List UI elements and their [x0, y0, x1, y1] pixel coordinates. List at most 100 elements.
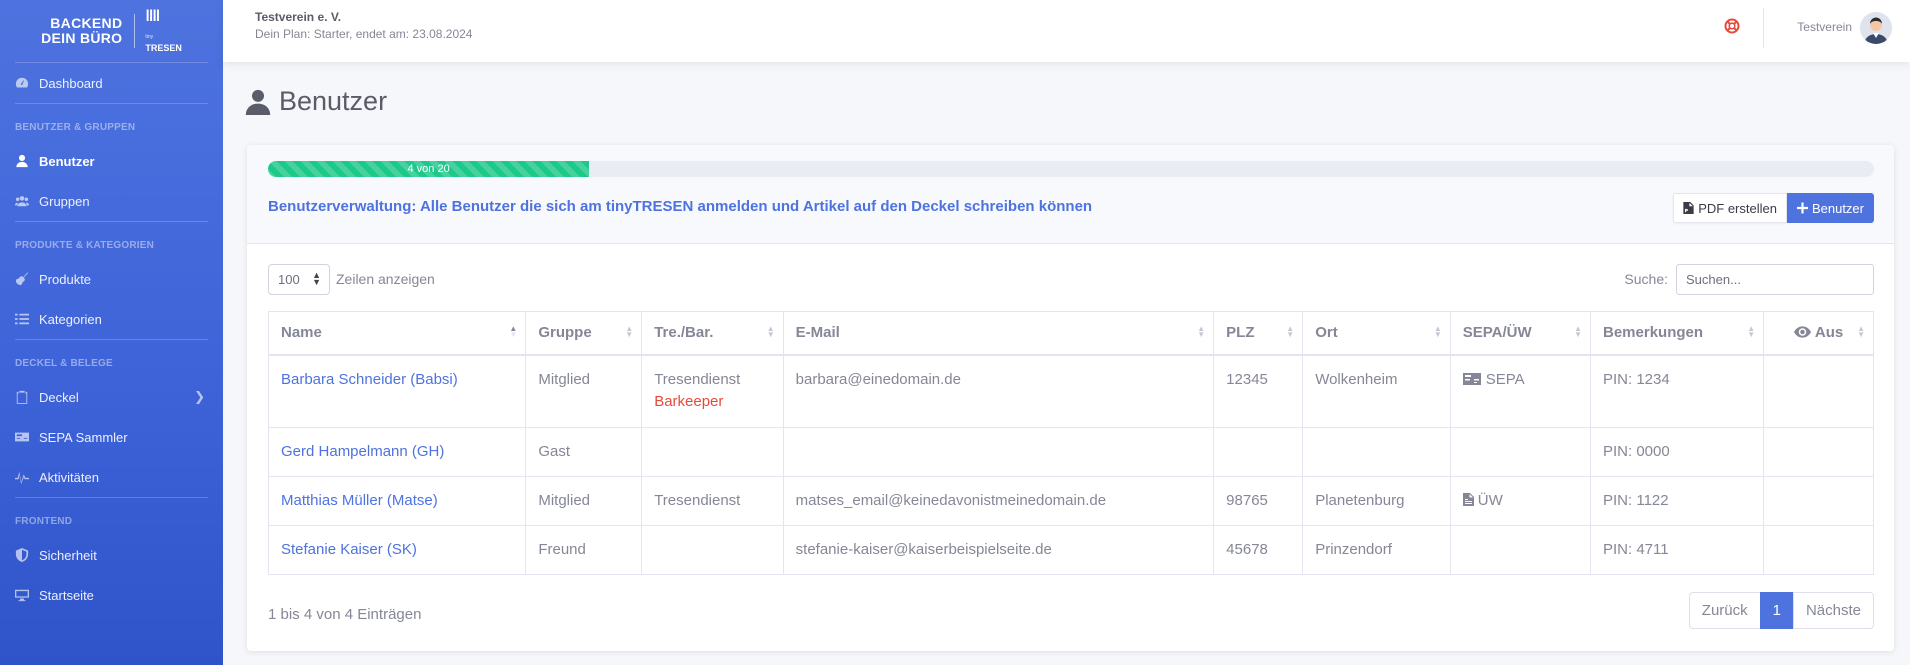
table-row: Gerd Hampelmann (GH) Gast PIN: 0000: [267, 427, 1874, 477]
cell-group: Freund: [525, 525, 643, 575]
sort-icon: ▲ ▼: [1197, 324, 1206, 339]
search-input[interactable]: [1676, 264, 1874, 295]
pdf-export-button[interactable]: PDF erstellen: [1673, 193, 1787, 223]
card-header: 4 von 20 Benutzerverwaltung: Alle Benutz…: [247, 145, 1894, 244]
table-row: Stefanie Kaiser (SK) Freund stefanie-kai…: [267, 525, 1874, 575]
cell-role-extra: Barkeeper: [654, 392, 724, 410]
cell-payment: [1449, 525, 1592, 575]
cell-email: [782, 427, 1215, 477]
sort-icon: ▲ ▼: [1286, 324, 1295, 339]
cell-ort: Prinzendorf: [1302, 525, 1451, 575]
previous-page-button[interactable]: Zurück: [1688, 592, 1761, 629]
column-header-ort[interactable]: Ort ▲ ▼: [1302, 311, 1451, 356]
organization-info: Testverein e. V. Dein Plan: Starter, end…: [255, 10, 473, 41]
money-check-icon: [1462, 371, 1486, 388]
brand-logo[interactable]: BACKEND DEIN BÜRO ǀǀǀǀ tiny TRESEN: [0, 0, 223, 62]
file-invoice-icon: [1462, 492, 1478, 509]
cell-role: Tresendienst: [641, 476, 784, 526]
sidebar-item-produkte[interactable]: Produkte: [0, 259, 223, 299]
cell-aus: [1763, 476, 1874, 526]
cell-group: Mitglied: [525, 354, 643, 428]
table-row: Matthias Müller (Matse) Mitglied Tresend…: [267, 476, 1874, 526]
sort-icon: ▲ ▼: [1574, 324, 1582, 339]
sidebar-item-sepa-sammler[interactable]: SEPA Sammler: [0, 417, 223, 457]
user-link[interactable]: Gerd Hampelmann (GH): [281, 443, 444, 460]
page-title: Benutzer: [245, 86, 387, 117]
column-header-email[interactable]: E-Mail ▲ ▼: [782, 311, 1215, 356]
next-page-button[interactable]: Nächste: [1792, 592, 1874, 629]
column-header-plz[interactable]: PLZ ▲ ▼: [1213, 311, 1304, 356]
column-header-bemerkungen[interactable]: Bemerkungen ▲ ▼: [1589, 311, 1765, 356]
chevron-right-icon: ❯: [194, 389, 205, 404]
column-header-aus[interactable]: Aus ▲ ▼: [1763, 311, 1874, 356]
column-header-tresen-bar[interactable]: Tre./Bar. ▲ ▼: [641, 311, 784, 356]
cell-payment: ÜW: [1477, 492, 1503, 509]
sidebar-item-sicherheit[interactable]: Sicherheit: [0, 535, 223, 575]
page-length-select[interactable]: 100 ▲ ▼: [268, 264, 330, 295]
sort-icon: ▲ ▼: [1433, 324, 1442, 339]
wave-icon: [15, 470, 29, 484]
cell-role: [641, 525, 784, 575]
column-header-sepa-uew[interactable]: SEPA/ÜW ▲ ▼: [1449, 311, 1592, 356]
list-icon: [15, 312, 29, 326]
users-card: 4 von 20 Benutzerverwaltung: Alle Benutz…: [247, 145, 1894, 651]
cell-email: matses_email@keinedavonistmeinedomain.de: [782, 476, 1215, 526]
sort-arrows-icon: ▲ ▼: [312, 270, 321, 287]
sidebar-item-startseite[interactable]: Startseite: [0, 575, 223, 615]
sidebar-item-deckel[interactable]: Deckel ❯: [0, 377, 223, 417]
table-row: Barbara Schneider (Babsi) Mitglied Trese…: [267, 354, 1874, 428]
cell-note: PIN: 1234: [1589, 354, 1765, 428]
shield-icon: [15, 548, 29, 562]
cell-plz: 98765: [1213, 476, 1304, 526]
sort-icon: ▲ ▼: [1747, 324, 1756, 339]
page-length-label: Zeilen anzeigen: [336, 271, 435, 287]
sidebar-heading: BENUTZER & GRUPPEN: [15, 122, 136, 133]
table-header-row: Name ▲ ▼ Gruppe ▲ ▼ Tre./Bar. ▲ ▼ E-Mail ▲ ▼ PLZ…: [267, 311, 1874, 356]
user-icon: [15, 154, 29, 168]
user-link[interactable]: Matthias Müller (Matse): [281, 492, 438, 509]
progress-bar: 4 von 20: [268, 161, 590, 177]
plus-icon: [1796, 202, 1808, 214]
sidebar-item-dashboard[interactable]: Dashboard: [0, 63, 223, 103]
column-header-gruppe[interactable]: Gruppe ▲ ▼: [525, 311, 643, 356]
add-user-button[interactable]: Benutzer: [1786, 193, 1874, 223]
card-description: Benutzerverwaltung: Alle Benutzer die si…: [268, 198, 1093, 215]
cell-aus: [1763, 525, 1874, 575]
user-link[interactable]: Stefanie Kaiser (SK): [281, 541, 417, 558]
lifebuoy-icon[interactable]: [1724, 18, 1740, 34]
cell-plz: 45678: [1213, 525, 1304, 575]
sidebar-item-aktivitaeten[interactable]: Aktivitäten: [0, 457, 223, 497]
cell-payment: [1449, 427, 1592, 477]
cell-email: barbara@einedomain.de: [782, 354, 1215, 428]
users-table: Name ▲ ▼ Gruppe ▲ ▼ Tre./Bar. ▲ ▼ E-Mail ▲ ▼ PLZ…: [267, 311, 1874, 575]
cell-ort: Planetenburg: [1302, 476, 1451, 526]
user-name[interactable]: Testverein: [1797, 20, 1852, 34]
tachometer-icon: [15, 76, 29, 90]
pagination: Zurück 1 Nächste: [1688, 592, 1874, 629]
search-label: Suche:: [1624, 271, 1668, 287]
sort-icon: ▲ ▼: [766, 324, 775, 339]
cell-note: PIN: 4711: [1589, 525, 1765, 575]
user-quota-progress: 4 von 20: [268, 161, 1874, 177]
page-button-1[interactable]: 1: [1759, 592, 1794, 629]
tally-logo-icon: ǀǀǀǀ: [145, 8, 160, 25]
sort-icon: ▲ ▼: [1857, 324, 1865, 339]
user-link[interactable]: Barbara Schneider (Babsi): [281, 371, 458, 388]
cell-ort: [1302, 427, 1451, 477]
sidebar-item-benutzer[interactable]: Benutzer: [0, 141, 223, 181]
cell-plz: 12345: [1213, 354, 1304, 428]
column-header-name[interactable]: Name ▲ ▼: [267, 311, 527, 356]
money-check-icon: [15, 430, 29, 444]
sidebar: BACKEND DEIN BÜRO ǀǀǀǀ tiny TRESEN Dashb…: [0, 0, 223, 665]
sidebar-item-kategorien[interactable]: Kategorien: [0, 299, 223, 339]
table-info: 1 bis 4 von 4 Einträgen: [268, 606, 422, 623]
sidebar-item-gruppen[interactable]: Gruppen: [0, 181, 223, 221]
user-icon: [245, 89, 271, 115]
clipboard-icon: [15, 390, 29, 404]
sort-icon: ▲ ▼: [625, 324, 634, 339]
cell-plz: [1213, 427, 1304, 477]
topbar: Testverein e. V. Dein Plan: Starter, end…: [223, 0, 1910, 62]
sort-asc-icon: ▲ ▼: [509, 324, 518, 339]
cell-note: PIN: 1122: [1589, 476, 1765, 526]
avatar[interactable]: [1860, 12, 1892, 44]
